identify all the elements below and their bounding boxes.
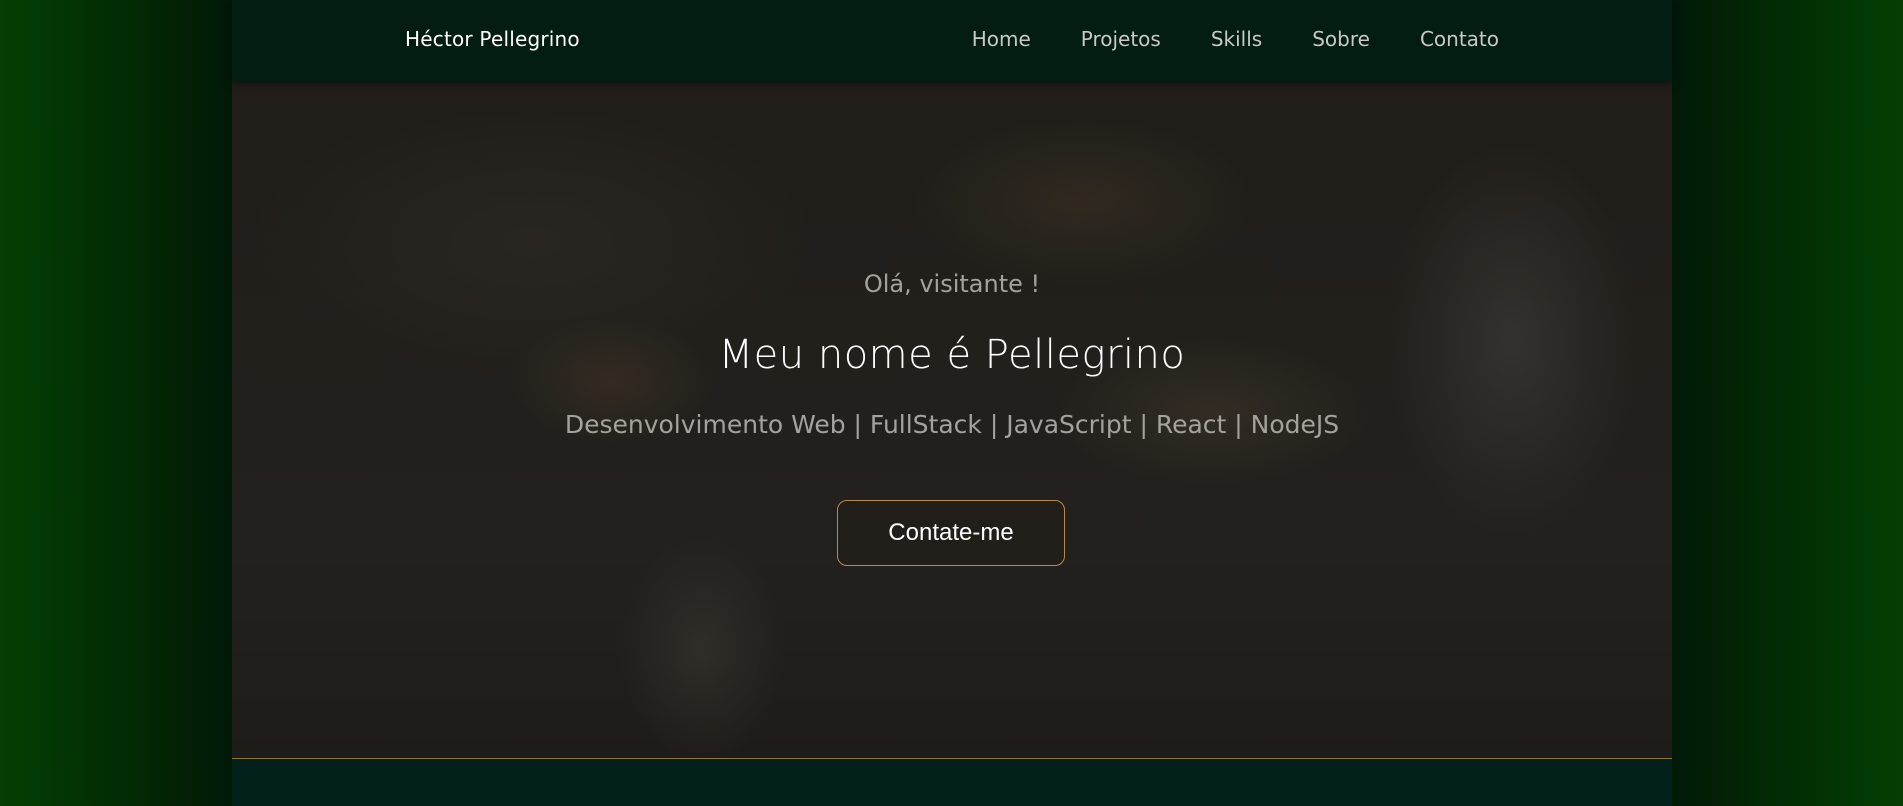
- next-section: [232, 759, 1672, 806]
- nav-link-home[interactable]: Home: [972, 27, 1031, 51]
- hero-subtitle: Desenvolvimento Web | FullStack | JavaSc…: [564, 410, 1340, 439]
- nav-link-contato[interactable]: Contato: [1420, 27, 1499, 51]
- navbar: Héctor Pellegrino Home Projetos Skills S…: [232, 0, 1672, 81]
- page-container: Héctor Pellegrino Home Projetos Skills S…: [232, 0, 1672, 806]
- nav-link-sobre[interactable]: Sobre: [1312, 27, 1370, 51]
- nav-link-projetos[interactable]: Projetos: [1081, 27, 1161, 51]
- nav-links: Home Projetos Skills Sobre Contato: [922, 27, 1499, 51]
- brand-name[interactable]: Héctor Pellegrino: [405, 27, 580, 51]
- nav-link-skills[interactable]: Skills: [1211, 27, 1262, 51]
- contact-me-button[interactable]: Contate-me: [837, 500, 1065, 566]
- hero-section: Olá, visitante ! Meu nome é Pellegrino D…: [232, 81, 1672, 759]
- hero-greeting: Olá, visitante !: [863, 270, 1041, 298]
- hero-title: Meu nome é Pellegrino: [718, 332, 1186, 378]
